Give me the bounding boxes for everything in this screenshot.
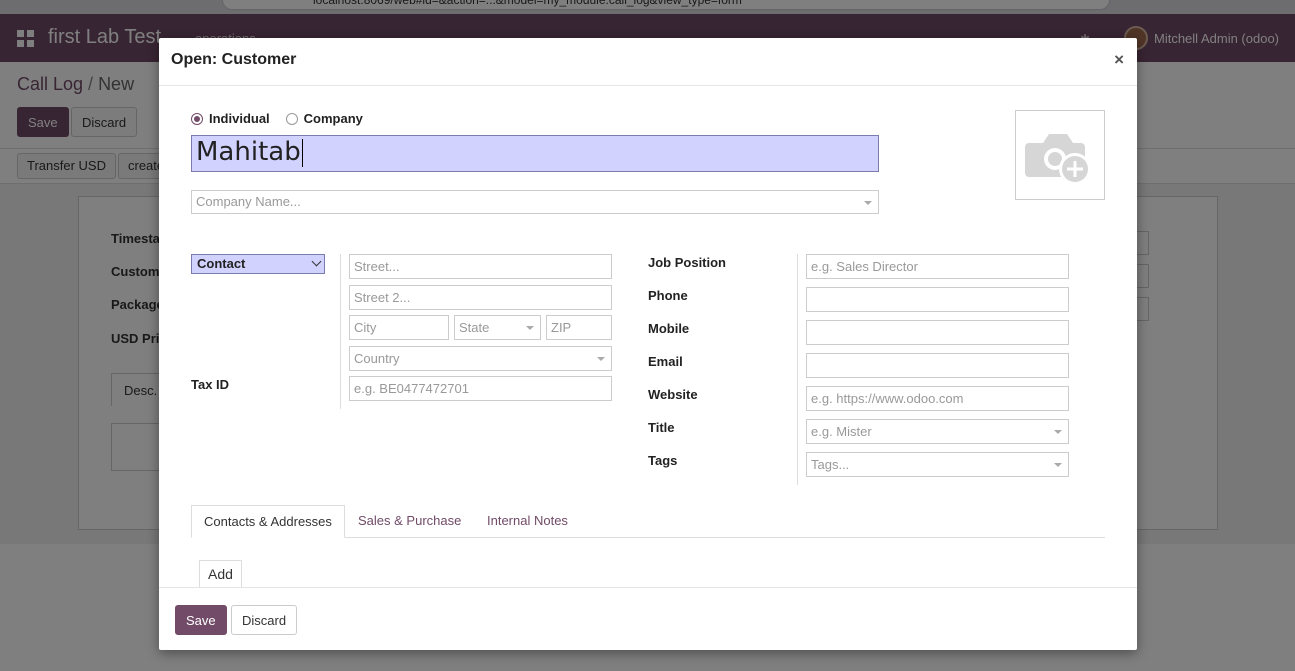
name-field[interactable]: Mahitab xyxy=(191,135,879,172)
website-field[interactable]: e.g. https://www.odoo.com xyxy=(806,386,1069,411)
country-field[interactable]: Country xyxy=(349,346,612,371)
phone-label: Phone xyxy=(648,288,688,303)
radio-individual-label[interactable]: Individual xyxy=(209,111,270,126)
address-type-value: Contact xyxy=(197,256,246,271)
email-field[interactable] xyxy=(806,353,1069,378)
name-value: Mahitab xyxy=(196,137,301,167)
close-icon[interactable]: × xyxy=(1114,50,1124,70)
tab-sales-purchase[interactable]: Sales & Purchase xyxy=(346,505,473,538)
tags-label: Tags xyxy=(648,453,678,468)
street-field[interactable]: Street... xyxy=(349,254,612,279)
address-type-select[interactable]: Contact xyxy=(191,254,325,274)
company-type-selector: Individual Company xyxy=(191,111,379,126)
state-field[interactable]: State xyxy=(454,315,541,340)
dialog-title: Open: Customer xyxy=(171,51,297,68)
zip-field[interactable]: ZIP xyxy=(546,315,612,340)
customer-dialog: Open: Customer × Individual Company Mahi… xyxy=(159,38,1137,650)
chevron-down-icon xyxy=(311,256,322,267)
tax-id-label: Tax ID xyxy=(191,377,230,392)
phone-field[interactable] xyxy=(806,287,1069,312)
notebook-tabs: Contacts & Addresses Sales & Purchase In… xyxy=(191,505,1105,538)
dialog-header: Open: Customer × xyxy=(159,38,1137,86)
dialog-save-button[interactable]: Save xyxy=(175,605,227,635)
title-field[interactable]: e.g. Mister xyxy=(806,419,1069,444)
company-name-field[interactable]: Company Name... xyxy=(191,190,879,214)
job-position-field[interactable]: e.g. Sales Director xyxy=(806,254,1069,279)
dialog-footer: Save Discard xyxy=(159,587,1137,650)
dialog-discard-button[interactable]: Discard xyxy=(231,605,298,635)
email-label: Email xyxy=(648,354,683,369)
divider xyxy=(340,254,341,409)
mobile-label: Mobile xyxy=(648,321,690,336)
tax-id-field[interactable]: e.g. BE0477472701 xyxy=(349,376,612,401)
website-label: Website xyxy=(648,387,698,402)
radio-company[interactable] xyxy=(285,112,298,125)
mobile-field[interactable] xyxy=(806,320,1069,345)
divider xyxy=(797,254,798,485)
street2-field[interactable]: Street 2... xyxy=(349,285,612,310)
add-contact-button[interactable]: Add xyxy=(199,560,242,588)
camera-plus-icon xyxy=(1025,134,1091,185)
photo-upload[interactable] xyxy=(1015,110,1105,200)
title-label: Title xyxy=(648,420,675,435)
tab-internal-notes[interactable]: Internal Notes xyxy=(475,505,580,538)
tags-field[interactable]: Tags... xyxy=(806,452,1069,477)
radio-individual[interactable] xyxy=(191,112,203,125)
text-caret xyxy=(301,138,303,167)
radio-company-label[interactable]: Company xyxy=(304,111,363,126)
city-field[interactable]: City xyxy=(349,315,449,340)
tab-contacts-addresses[interactable]: Contacts & Addresses xyxy=(191,505,345,538)
job-position-label: Job Position xyxy=(648,255,726,270)
